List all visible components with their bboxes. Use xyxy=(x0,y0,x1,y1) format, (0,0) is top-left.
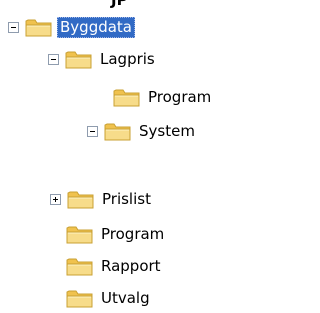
tree-item-program-1[interactable]: Program xyxy=(113,85,214,109)
folder-icon xyxy=(66,255,94,277)
tree-item-label[interactable]: Byggdata xyxy=(57,16,135,38)
tree-item-label[interactable]: Rapport xyxy=(98,256,164,277)
minus-box-icon[interactable] xyxy=(87,125,98,137)
tree-item-label[interactable]: Prislist xyxy=(99,189,154,210)
folder-icon xyxy=(25,16,53,38)
tree-item-label[interactable]: Program xyxy=(145,87,214,108)
folder-icon xyxy=(113,86,141,108)
tree-item-system[interactable]: System xyxy=(87,119,198,143)
tree-item-byggdata[interactable]: Byggdata xyxy=(8,15,135,39)
plus-box-icon[interactable] xyxy=(50,193,61,205)
tree-item-prislist[interactable]: Prislist xyxy=(50,187,154,211)
minus-box-icon[interactable] xyxy=(48,53,59,65)
folder-icon xyxy=(67,188,95,210)
tree-item-label[interactable]: Utvalg xyxy=(98,288,153,309)
folder-icon xyxy=(66,223,94,245)
tree-item-label[interactable]: System xyxy=(136,121,198,142)
folder-icon xyxy=(66,287,94,309)
top-fragment: JP xyxy=(111,0,128,9)
tree-item-lagpris[interactable]: Lagpris xyxy=(48,47,158,71)
minus-box-icon[interactable] xyxy=(8,21,19,33)
tree-item-program-2[interactable]: Program xyxy=(66,222,167,246)
folder-icon xyxy=(65,48,93,70)
tree-item-label[interactable]: Lagpris xyxy=(97,49,158,70)
folder-icon xyxy=(104,120,132,142)
tree-item-label[interactable]: Program xyxy=(98,224,167,245)
tree-item-utvalg[interactable]: Utvalg xyxy=(66,286,153,310)
tree-item-rapport[interactable]: Rapport xyxy=(66,254,164,278)
